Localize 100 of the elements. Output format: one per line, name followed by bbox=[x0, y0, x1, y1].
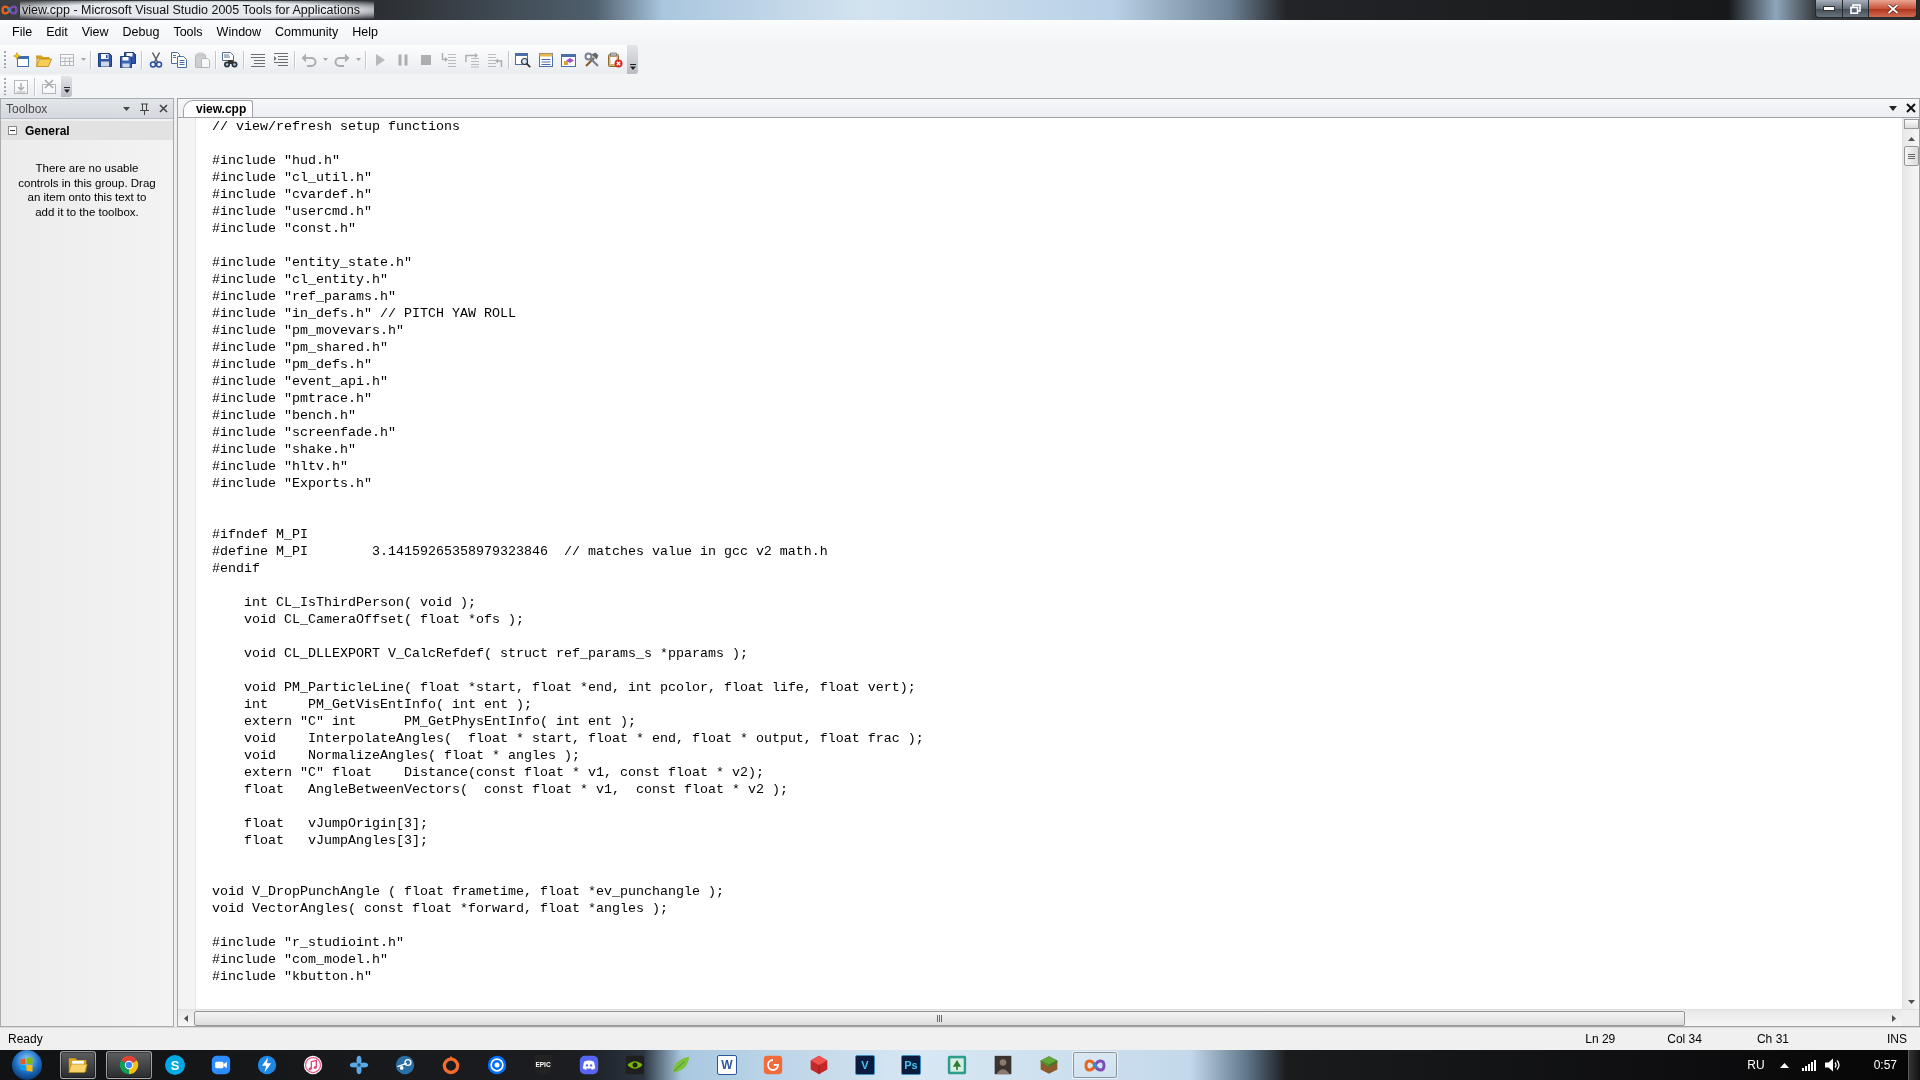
list-window-icon[interactable] bbox=[537, 51, 554, 68]
restore-button[interactable] bbox=[1843, 0, 1869, 18]
four-petal-icon bbox=[349, 1055, 369, 1075]
scroll-up-arrow-icon[interactable] bbox=[1907, 137, 1915, 141]
code-line: float AngleBetweenVectors( const float * v1, const float * v2 ); bbox=[244, 782, 788, 797]
code-line: void CL_CameraOffset( float *ofs ); bbox=[244, 612, 524, 627]
taskbar-button[interactable]: W bbox=[704, 1051, 750, 1079]
caret-icon[interactable] bbox=[1889, 105, 1897, 111]
leaf-icon bbox=[671, 1055, 691, 1075]
menu-item[interactable]: Edit bbox=[39, 21, 75, 43]
code-line: #include "cl_entity.h" bbox=[212, 272, 388, 287]
taskbar-button[interactable] bbox=[106, 1051, 152, 1079]
panel-title: Toolbox bbox=[6, 101, 48, 116]
code-line: void PM_ParticleLine( float *start, float *end, int pcolor, float life, float vert); bbox=[244, 680, 916, 695]
code-line: float vJumpOrigin[3]; bbox=[244, 816, 428, 831]
menu-item[interactable]: Window bbox=[209, 21, 269, 43]
code-line: #include "usercmd.h" bbox=[212, 204, 372, 219]
shapes-window-icon[interactable] bbox=[560, 51, 577, 68]
letter-logo: Ps bbox=[901, 1055, 921, 1075]
group-header[interactable]: General bbox=[1, 121, 173, 140]
video-camera-icon bbox=[211, 1055, 231, 1075]
collapse-icon[interactable] bbox=[8, 126, 17, 135]
empty-group-message: There are no usable controls in this group. Drag an item onto this text to add it to the toolbox. bbox=[17, 161, 157, 219]
tab[interactable]: view.cpp bbox=[183, 100, 254, 117]
taskbar-button[interactable]: Ps bbox=[888, 1051, 934, 1079]
code-line: #include "pm_shared.h" bbox=[212, 340, 388, 355]
grip-icon[interactable] bbox=[3, 51, 6, 68]
code-line: #include "cl_util.h" bbox=[212, 170, 372, 185]
code-line: #include "event_api.h" bbox=[212, 374, 388, 389]
minimize-button[interactable] bbox=[1815, 0, 1843, 18]
hammer-wrench-icon[interactable] bbox=[583, 51, 600, 68]
binoculars-document-icon[interactable] bbox=[221, 51, 238, 68]
code-line: #include "bench.h" bbox=[212, 408, 356, 423]
taskbar-button[interactable]: V bbox=[842, 1051, 888, 1079]
line-indicator: Ln 29 bbox=[1585, 1032, 1616, 1046]
menu-item[interactable]: Tools bbox=[166, 21, 210, 43]
menu-item[interactable]: View bbox=[74, 21, 116, 43]
magnifier-window-icon[interactable] bbox=[514, 51, 531, 68]
start-orb-icon[interactable] bbox=[12, 1050, 42, 1080]
lines-icon[interactable] bbox=[249, 51, 266, 68]
menu-item[interactable]: Community bbox=[268, 21, 346, 43]
scrollbar-thumb[interactable] bbox=[1903, 146, 1919, 166]
silhouette-icon bbox=[993, 1055, 1013, 1075]
menu-item[interactable]: File bbox=[5, 21, 40, 43]
scroll-right-arrow-icon[interactable] bbox=[1892, 1014, 1896, 1022]
close-icon[interactable] bbox=[1906, 103, 1916, 113]
character-indicator: Ch 31 bbox=[1756, 1032, 1789, 1046]
documents-icon[interactable] bbox=[170, 51, 187, 68]
letter-logo: W bbox=[717, 1055, 737, 1075]
indented-lines-icon[interactable] bbox=[272, 51, 289, 68]
grip-icon[interactable] bbox=[3, 78, 6, 95]
code-line: #include "entity_state.h" bbox=[212, 255, 412, 270]
menu-item[interactable]: Help bbox=[345, 21, 385, 43]
restore-icon bbox=[1850, 3, 1861, 14]
scissors-icon[interactable] bbox=[147, 51, 164, 68]
target-icon bbox=[487, 1055, 507, 1075]
code-line: #include "shake.h" bbox=[212, 442, 356, 457]
floppy-disks-icon[interactable] bbox=[119, 51, 136, 68]
code-line: #include "Exports.h" bbox=[212, 476, 372, 491]
caret-up-icon[interactable] bbox=[1779, 1062, 1789, 1068]
overflow-button[interactable] bbox=[627, 45, 638, 74]
close-icon[interactable] bbox=[159, 104, 168, 113]
signal-bars-icon[interactable] bbox=[1801, 1059, 1816, 1071]
lightning-bolt-icon bbox=[257, 1055, 277, 1075]
code-line: #include "ref_params.h" bbox=[212, 289, 396, 304]
code-line: #include "const.h" bbox=[212, 221, 356, 236]
close-icon bbox=[1886, 3, 1899, 14]
framed-tree-icon bbox=[947, 1055, 967, 1075]
close-button[interactable] bbox=[1869, 0, 1917, 18]
insert-mode-indicator: INS bbox=[1887, 1032, 1907, 1046]
code-line: void VectorAngles( const float *forward, float *angles ); bbox=[212, 901, 668, 916]
clock-time[interactable]: 0:57 bbox=[1873, 1058, 1897, 1072]
code-line: #include "pm_defs.h" bbox=[212, 357, 372, 372]
grip-icon bbox=[937, 1014, 942, 1022]
language-indicator[interactable]: RU bbox=[1747, 1058, 1765, 1072]
code-line: float vJumpAngles[3]; bbox=[244, 833, 428, 848]
code-line: #include "screenfade.h" bbox=[212, 425, 396, 440]
scroll-down-arrow-icon[interactable] bbox=[1907, 1000, 1915, 1004]
splitter-handle[interactable] bbox=[1903, 119, 1919, 129]
caret-icon bbox=[629, 64, 636, 70]
code-line: extern "C" int PM_GetPhysEntInfo( int ent ); bbox=[244, 714, 636, 729]
show-desktop-button[interactable] bbox=[1908, 1050, 1920, 1080]
code-line: int CL_IsThirdPerson( void ); bbox=[244, 595, 476, 610]
overflow-button[interactable] bbox=[61, 76, 72, 97]
speaker-icon[interactable] bbox=[1824, 1058, 1841, 1072]
arc-tile-icon bbox=[763, 1055, 783, 1075]
infinity-loop-icon bbox=[1, 5, 18, 15]
scrollbar-thumb[interactable] bbox=[194, 1010, 1685, 1026]
code-line: #define M_PI 3.14159265358979323846 // matches value in gcc v2 math.h bbox=[212, 544, 828, 559]
code-line: #include "hltv.h" bbox=[212, 459, 348, 474]
scroll-left-arrow-icon[interactable] bbox=[184, 1014, 188, 1022]
clipboard-error-icon[interactable] bbox=[606, 51, 623, 68]
pin-icon[interactable] bbox=[140, 102, 149, 115]
caret-icon[interactable] bbox=[123, 106, 130, 111]
code-line: #include "kbutton.h" bbox=[212, 969, 372, 984]
taskbar-button[interactable] bbox=[60, 1051, 96, 1079]
menu-item[interactable]: Debug bbox=[115, 21, 167, 43]
eye-icon bbox=[625, 1055, 645, 1075]
windows-star-icon[interactable] bbox=[12, 51, 29, 68]
code-line: void CL_DLLEXPORT V_CalcRefdef( struct ref_params_s *pparams ); bbox=[244, 646, 748, 661]
